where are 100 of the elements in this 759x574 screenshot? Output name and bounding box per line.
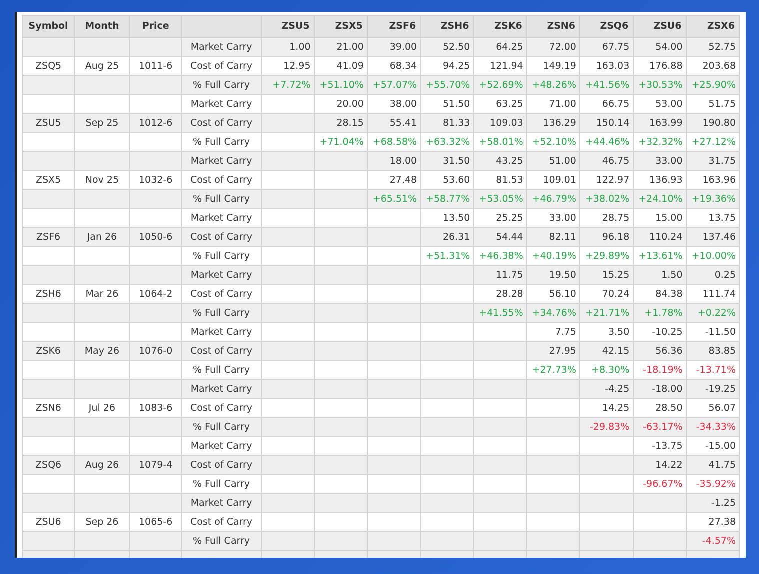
table-cell: 110.24 (650, 232, 683, 242)
table-cell: 20.00 (336, 98, 364, 110)
table-cell: Market Carry (190, 98, 252, 110)
table-cell: 150.14 (596, 118, 630, 128)
table-cell: 13.75 (708, 212, 736, 224)
table-cell: 176.88 (650, 60, 683, 72)
table-cell: 0.25 (714, 270, 736, 280)
table-cell: 136.29 (543, 118, 576, 128)
table-cell: Market Carry (190, 326, 252, 338)
table-cell: +52.69% (479, 80, 524, 90)
table-cell: Nov 25 (85, 174, 120, 186)
table-cell: 51.75 (708, 98, 736, 110)
table-cell: 28.50 (656, 402, 683, 414)
table-cell: ZSK6 (36, 346, 61, 356)
table-cell: Cost of Carry (190, 118, 253, 128)
table-cell: -10.25 (652, 326, 683, 338)
table-cell: +0.22% (698, 308, 736, 318)
table-cell: 27.38 (708, 516, 736, 528)
table-cell: 1011-6 (139, 60, 173, 72)
table-cell: 51.00 (549, 156, 576, 166)
table-cell: 54.44 (496, 232, 524, 242)
table-cell: 109.03 (490, 118, 524, 128)
table-cell: Market Carry (190, 270, 252, 280)
table-cell: % Full Carry (193, 136, 250, 148)
table-cell: 41.75 (708, 460, 736, 470)
table-cell: ZSX5 (36, 174, 62, 186)
table-cell: -63.17% (643, 422, 683, 432)
table-cell: 122.97 (596, 174, 630, 186)
table-cell: -4.57% (702, 536, 736, 546)
table-cell: 38.00 (390, 98, 418, 110)
table-cell: Cost of Carry (190, 460, 253, 470)
table-cell: 12.95 (284, 60, 311, 72)
table-cell: Aug 25 (85, 60, 120, 72)
table-cell: +71.04% (320, 136, 364, 148)
table-cell: 15.00 (656, 212, 683, 224)
table-cell: -4.25 (605, 384, 630, 394)
table-cell: 3.50 (608, 326, 630, 338)
table-cell: Sep 26 (86, 516, 119, 528)
table-cell: 121.94 (490, 60, 524, 72)
column-header: ZSH6 (420, 16, 474, 38)
table-cell: Market Carry (190, 384, 252, 394)
table-cell: % Full Carry (193, 364, 250, 376)
column-header: ZSN6 (526, 16, 580, 38)
table-cell: 1032-6 (139, 174, 173, 186)
table-cell: 1076-0 (139, 346, 173, 356)
table-cell: 1065-6 (139, 516, 173, 528)
table-cell: ZSF6 (36, 232, 61, 242)
table-cell: 52.50 (443, 42, 470, 52)
table-cell: 137.46 (702, 232, 736, 242)
table-cell: 67.75 (602, 42, 630, 52)
table-cell: % Full Carry (193, 80, 250, 90)
table-cell: -18.00 (652, 384, 683, 394)
table-cell: 15.25 (602, 270, 630, 280)
table-cell: May 26 (84, 346, 120, 356)
table-cell: 27.95 (549, 346, 576, 356)
table-cell: Market Carry (190, 498, 252, 508)
table-cell: +32.32% (638, 136, 683, 148)
column-header: Symbol (22, 16, 75, 38)
table-cell: +63.32% (426, 136, 470, 148)
table-cell: -13.75 (652, 440, 683, 452)
table-cell: Jul 26 (88, 402, 116, 414)
table-cell: -18.19% (643, 364, 683, 376)
table-cell: -13.71% (696, 364, 736, 376)
table-cell: 41.09 (336, 60, 364, 72)
table-cell: +68.58% (372, 136, 418, 148)
table-cell: 56.07 (708, 402, 736, 414)
table-cell: 163.99 (650, 118, 683, 128)
table-cell: 25.25 (496, 212, 524, 224)
column-header: ZSF6 (367, 16, 421, 38)
table-cell: 19.50 (549, 270, 576, 280)
table-cell: 163.96 (702, 174, 736, 186)
table-cell: Cost of Carry (190, 346, 253, 356)
table-cell: Cost of Carry (190, 232, 253, 242)
table-cell: 53.60 (443, 174, 470, 186)
table-cell: 1.00 (290, 42, 311, 52)
column-header: ZSU5 (261, 16, 314, 38)
table-cell: 27.48 (390, 174, 418, 186)
table-cell: -96.67% (643, 478, 683, 490)
table-cell: 7.75 (555, 326, 576, 338)
table-cell: Market Carry (190, 212, 252, 224)
table-cell: -19.25 (705, 384, 736, 394)
table-cell: -15.00 (705, 440, 736, 452)
table-cell: +48.26% (532, 80, 576, 90)
table-cell: 55.41 (390, 118, 418, 128)
table-cell: 83.85 (708, 346, 736, 356)
table-cell: +7.72% (272, 80, 311, 90)
table-cell: Cost of Carry (190, 174, 253, 186)
table-cell: 53.00 (656, 98, 683, 110)
table-cell: 1050-6 (139, 232, 173, 242)
table-cell: +51.10% (320, 80, 364, 90)
table-cell: +41.55% (479, 308, 524, 318)
table-cell: 1083-6 (139, 402, 173, 414)
table-cell: +27.73% (532, 364, 576, 376)
table-cell: +19.36% (692, 194, 736, 204)
table-cell: 70.24 (602, 288, 630, 300)
table-cell: 163.03 (596, 60, 630, 72)
table-cell: +55.70% (426, 80, 470, 90)
table-cell: 18.00 (390, 156, 418, 166)
table-cell: 71.00 (549, 98, 576, 110)
table-cell: +46.38% (479, 250, 524, 262)
